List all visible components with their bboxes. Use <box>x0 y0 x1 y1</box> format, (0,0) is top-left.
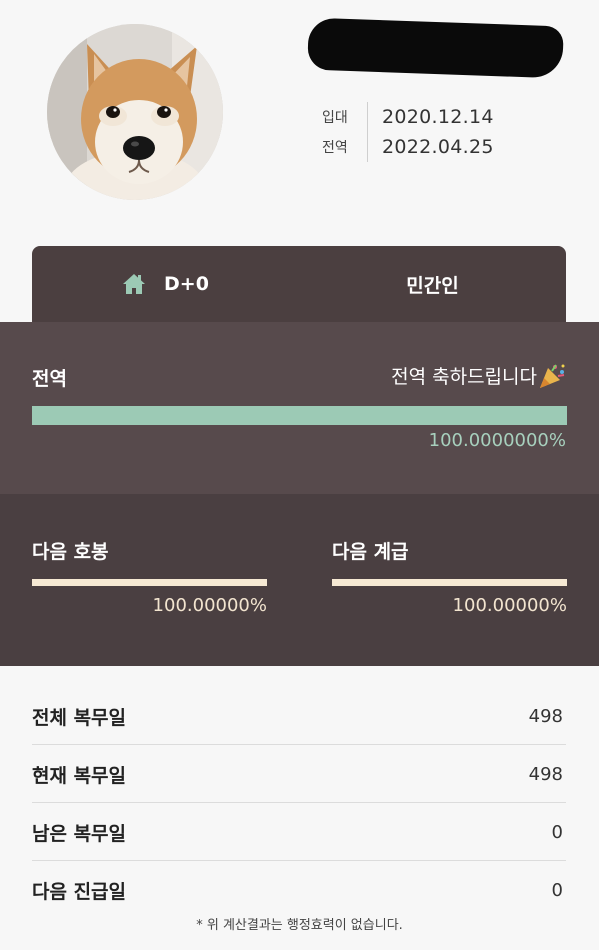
stat-value: 498 <box>528 705 563 727</box>
service-dates: 입대 2020.12.14 전역 2022.04.25 <box>322 102 494 162</box>
next-pay-step-bar <box>32 579 267 586</box>
stat-label: 다음 진급일 <box>32 880 127 903</box>
stat-label: 전체 복무일 <box>32 706 127 729</box>
tab-d-day[interactable]: D+0 <box>32 246 299 322</box>
redacted-name <box>307 17 564 79</box>
disclaimer-footnote: * 위 계산결과는 행정효력이 없습니다. <box>196 918 403 933</box>
discharge-date-row: 전역 2022.04.25 <box>322 132 494 162</box>
enlist-date-row: 입대 2020.12.14 <box>322 102 494 132</box>
stat-remaining-days: 남은 복무일 0 <box>32 804 566 861</box>
promotion-section: 다음 호봉 100.00000% 다음 계급 100.00000% <box>0 494 599 666</box>
service-stats: 전체 복무일 498 현재 복무일 498 남은 복무일 0 다음 진급일 0 <box>32 688 566 919</box>
discharge-label: 전역 <box>322 140 348 156</box>
next-rank-bar <box>332 579 567 586</box>
discharge-progress-bar <box>32 406 567 425</box>
next-pay-step-title: 다음 호봉 <box>32 541 109 563</box>
stat-total-days: 전체 복무일 498 <box>32 688 566 745</box>
stat-label: 남은 복무일 <box>32 822 127 845</box>
stat-value: 0 <box>551 879 563 901</box>
next-rank-percent: 100.00000% <box>452 595 567 616</box>
tab-d-day-label: D+0 <box>164 273 209 295</box>
tab-bar: D+0 민간인 <box>32 246 566 322</box>
congrats-text: 전역 축하드립니다 <box>391 366 537 388</box>
stat-next-promotion: 다음 진급일 0 <box>32 862 566 918</box>
next-rank-fill <box>332 579 567 586</box>
dog-avatar-image <box>47 24 223 200</box>
date-divider <box>367 102 368 162</box>
home-icon <box>122 273 146 295</box>
next-pay-step-percent: 100.00000% <box>152 595 267 616</box>
stat-label: 현재 복무일 <box>32 764 127 787</box>
avatar[interactable] <box>47 24 223 200</box>
discharge-date: 2022.04.25 <box>382 136 494 158</box>
discharge-percent: 100.0000000% <box>428 430 566 451</box>
profile-header: 입대 2020.12.14 전역 2022.04.25 <box>0 0 599 245</box>
enlist-date: 2020.12.14 <box>382 106 494 128</box>
next-rank-title: 다음 계급 <box>332 541 409 563</box>
discharge-section: 전역 전역 축하드립니다 100.0000000% <box>0 322 599 494</box>
stat-value: 498 <box>528 763 563 785</box>
stat-value: 0 <box>551 821 563 843</box>
stat-current-days: 현재 복무일 498 <box>32 746 566 803</box>
tab-civilian[interactable]: 민간인 <box>299 246 566 322</box>
next-pay-step-fill <box>32 579 267 586</box>
discharge-progress-fill <box>32 406 567 425</box>
congrats-message: 전역 축하드립니다 <box>391 362 566 389</box>
enlist-label: 입대 <box>322 110 348 126</box>
discharge-title: 전역 <box>32 368 67 390</box>
tab-civilian-label: 민간인 <box>406 274 459 297</box>
party-popper-icon <box>538 363 566 389</box>
